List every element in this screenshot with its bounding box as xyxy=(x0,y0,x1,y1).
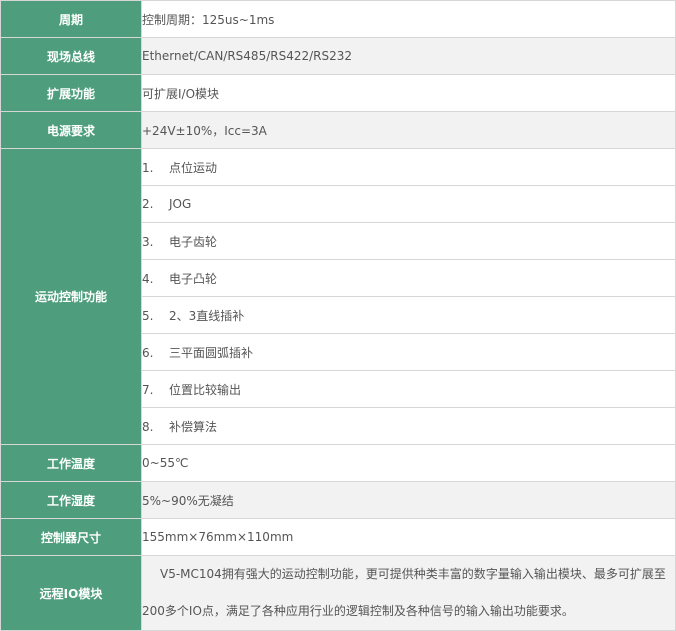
motion-item-num: 5. xyxy=(142,308,154,323)
motion-item-row: 运动控制功能 1. 点位运动 xyxy=(0,148,676,445)
motion-label: 运动控制功能 xyxy=(0,148,142,445)
motion-item: 7. 位置比较输出 xyxy=(141,370,676,408)
motion-item-num: 6. xyxy=(142,345,154,360)
motion-item: 8. 补偿算法 xyxy=(141,407,676,445)
remote-description-text: V5-MC104拥有强大的运动控制功能，更可提供种类丰富的数字量输入输出模块、最… xyxy=(142,567,666,618)
motion-item-num: 8. xyxy=(142,419,154,434)
motion-item-num: 4. xyxy=(142,271,154,286)
row-label: 现场总线 xyxy=(0,37,142,75)
row-label: 远程IO模块 xyxy=(0,555,142,631)
spec-row-humidity: 工作湿度 5%~90%无凝结 xyxy=(0,481,676,519)
spec-row-power: 电源要求 +24V±10%，Icc=3A xyxy=(0,111,676,149)
row-label: 工作湿度 xyxy=(0,481,142,519)
motion-item-num: 7. xyxy=(142,382,154,397)
row-value: 0~55℃ xyxy=(141,444,676,482)
row-value: 可扩展I/O模块 xyxy=(141,74,676,112)
motion-item-text: 补偿算法 xyxy=(169,419,218,434)
spec-row-fieldbus: 现场总线 Ethernet/CAN/RS485/RS422/RS232 xyxy=(0,37,676,75)
motion-item: 2. JOG xyxy=(141,185,676,223)
row-value: 5%~90%无凝结 xyxy=(141,481,676,519)
motion-item-text: 三平面圆弧插补 xyxy=(169,345,254,360)
spec-table: 周期 控制周期：125us~1ms 现场总线 Ethernet/CAN/RS48… xyxy=(0,0,676,631)
motion-item-text: 点位运动 xyxy=(169,160,218,175)
motion-item-text: 位置比较输出 xyxy=(169,382,242,397)
motion-item-text: 电子凸轮 xyxy=(169,271,218,286)
remote-description: V5-MC104拥有强大的运动控制功能，更可提供种类丰富的数字量输入输出模块、最… xyxy=(141,555,676,631)
spec-row-remote-io: 远程IO模块 V5-MC104拥有强大的运动控制功能，更可提供种类丰富的数字量输… xyxy=(0,555,676,631)
motion-item-num: 2. xyxy=(142,197,154,211)
row-value: +24V±10%，Icc=3A xyxy=(141,111,676,149)
row-label: 电源要求 xyxy=(0,111,142,149)
spec-row-size: 控制器尺寸 155mm×76mm×110mm xyxy=(0,518,676,556)
motion-item-num: 1. xyxy=(142,160,154,175)
motion-item: 6. 三平面圆弧插补 xyxy=(141,333,676,371)
spec-row-expansion: 扩展功能 可扩展I/O模块 xyxy=(0,74,676,112)
row-value: Ethernet/CAN/RS485/RS422/RS232 xyxy=(141,37,676,75)
row-label: 控制器尺寸 xyxy=(0,518,142,556)
motion-item-num: 3. xyxy=(142,234,154,249)
row-value: 控制周期：125us~1ms xyxy=(141,0,676,38)
row-value: 155mm×76mm×110mm xyxy=(141,518,676,556)
motion-item: 5. 2、3直线插补 xyxy=(141,296,676,334)
motion-item-text: 电子齿轮 xyxy=(169,234,218,249)
motion-item: 1. 点位运动 xyxy=(141,148,676,186)
motion-item-text: 2、3直线插补 xyxy=(169,308,245,323)
row-label: 扩展功能 xyxy=(0,74,142,112)
row-label: 工作温度 xyxy=(0,444,142,482)
motion-item: 4. 电子凸轮 xyxy=(141,259,676,297)
motion-item: 3. 电子齿轮 xyxy=(141,222,676,260)
row-label: 周期 xyxy=(0,0,142,38)
spec-row-temperature: 工作温度 0~55℃ xyxy=(0,444,676,482)
motion-item-text: JOG xyxy=(169,197,192,211)
spec-row-cycle: 周期 控制周期：125us~1ms xyxy=(0,0,676,38)
